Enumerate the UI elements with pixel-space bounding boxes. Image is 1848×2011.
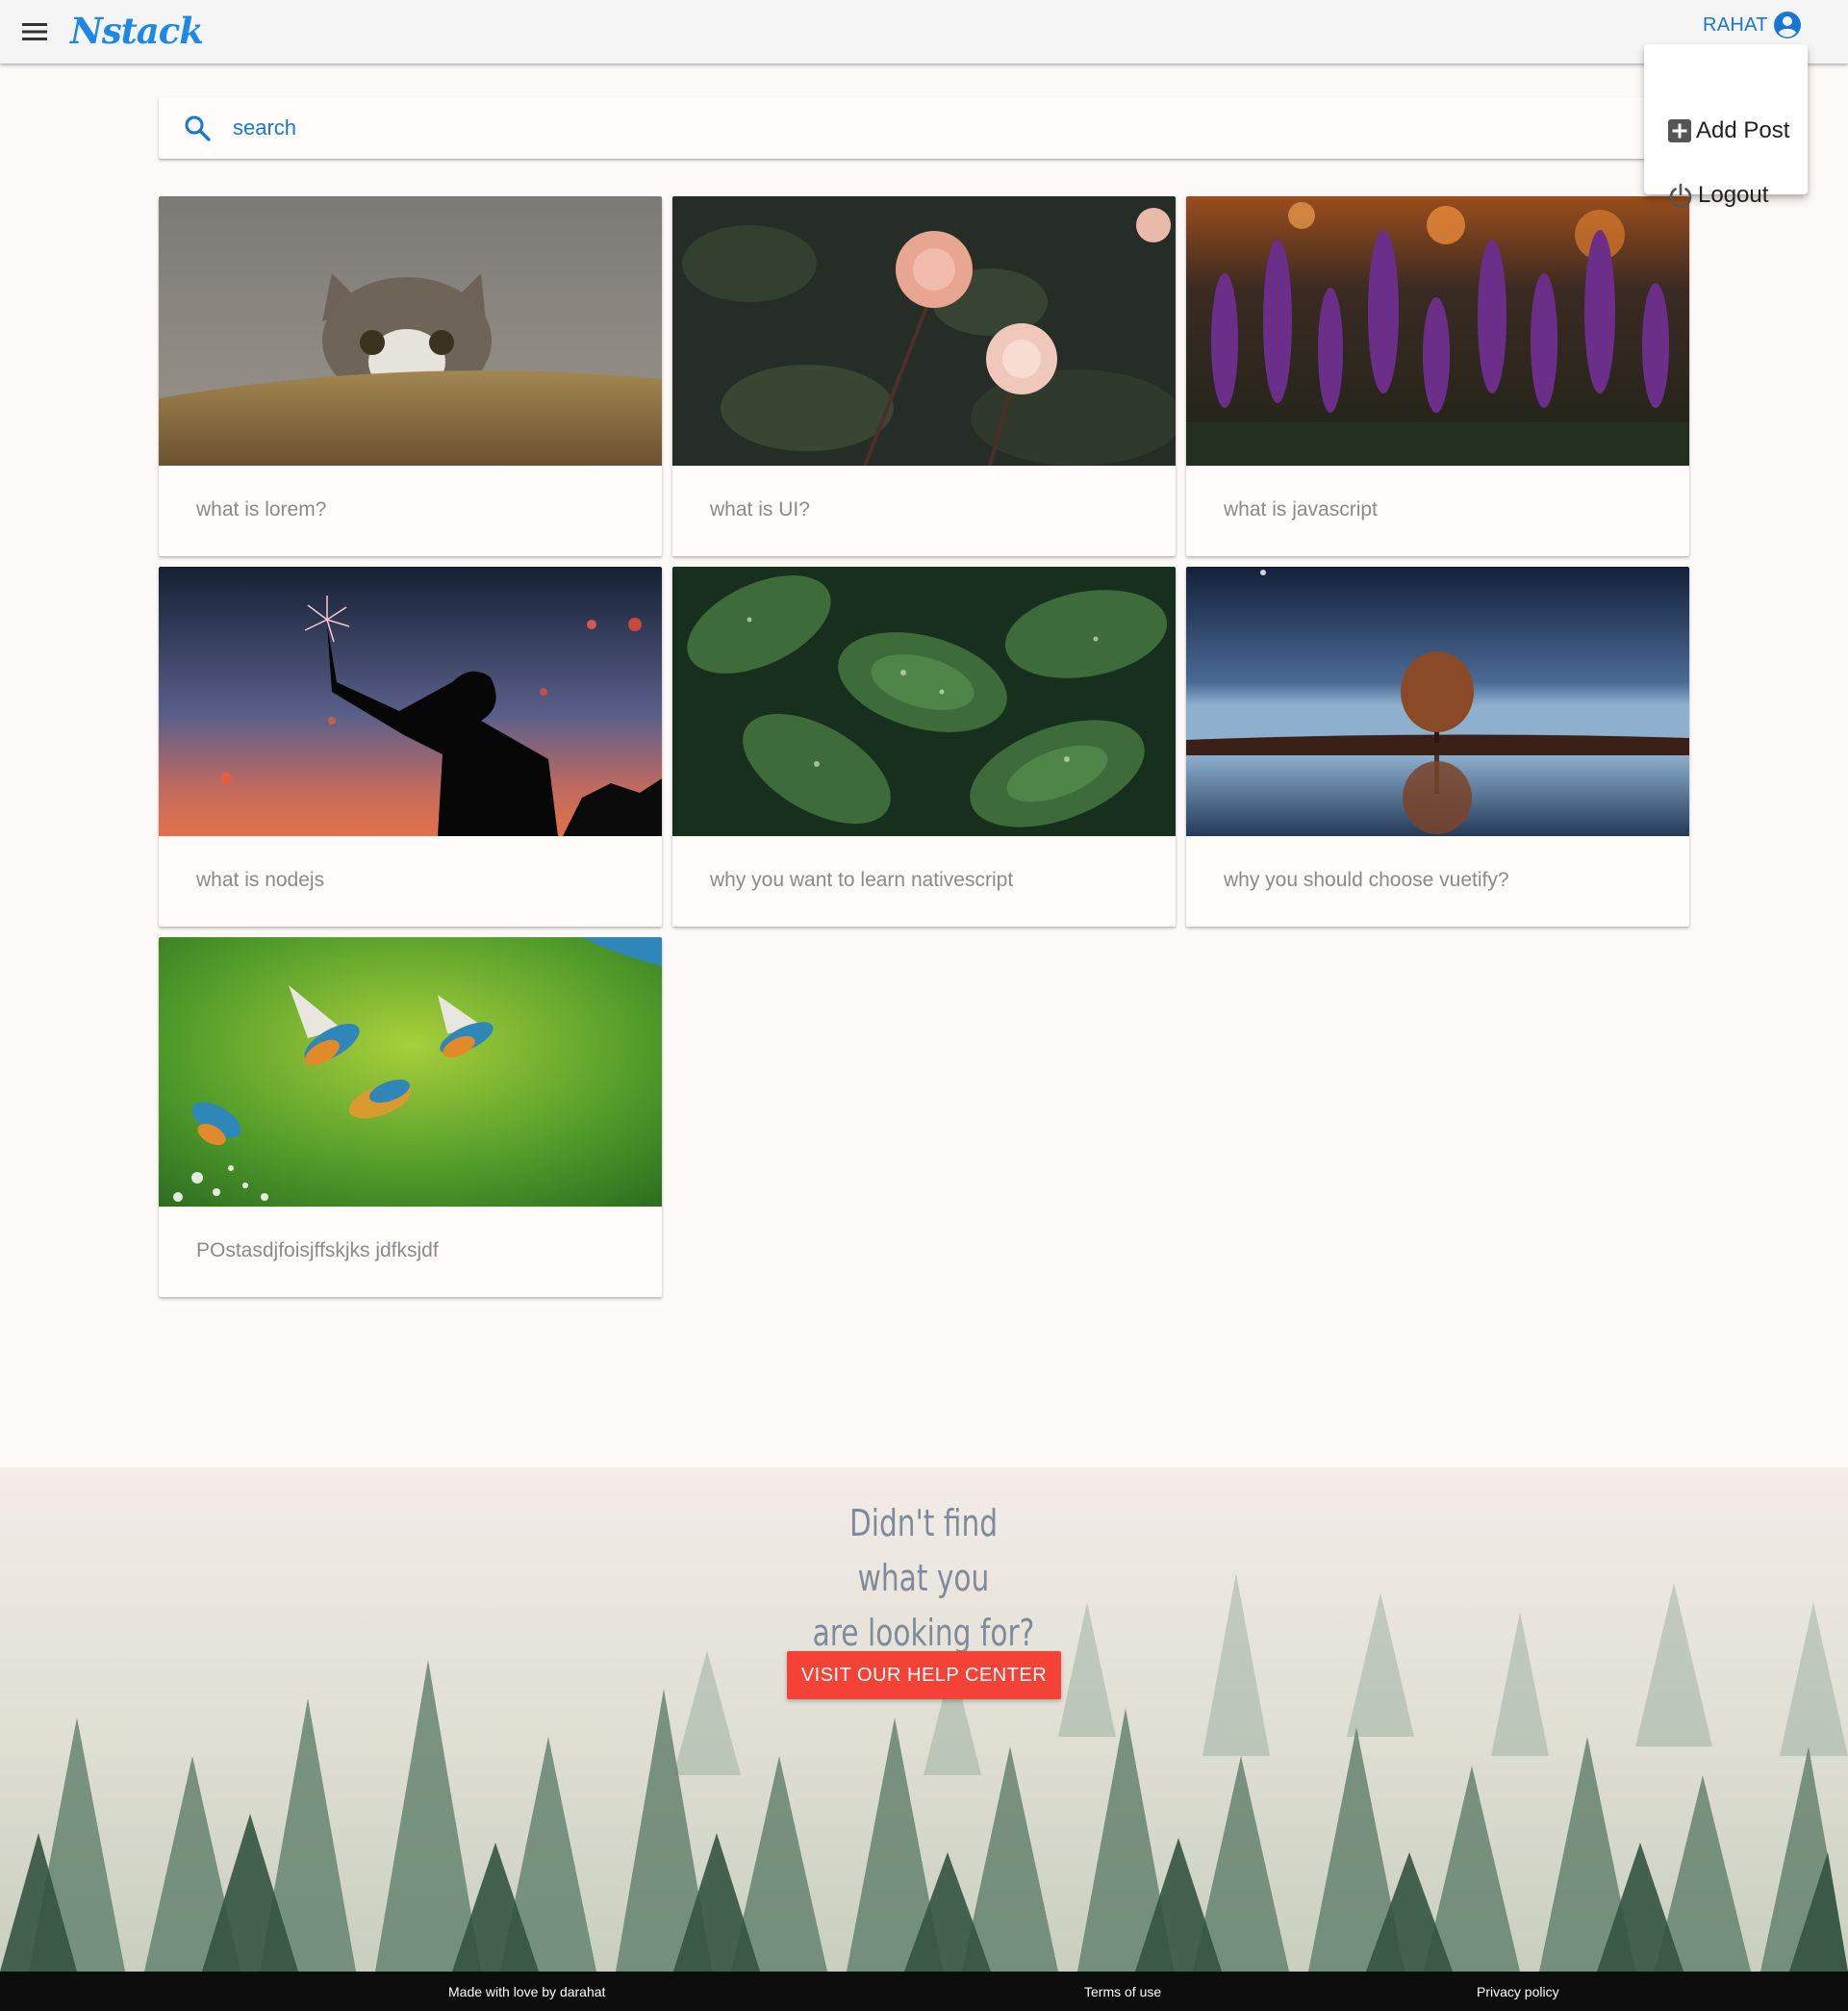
- user-menu-button[interactable]: RAHAT: [1703, 8, 1803, 42]
- menu-item-add-post[interactable]: Add Post: [1667, 112, 1789, 150]
- lupine-flowers-photo: [1186, 196, 1689, 466]
- account-circle-icon: [1773, 12, 1801, 38]
- help-heading-line-2: are looking for?: [812, 1612, 1035, 1654]
- visit-help-center-button[interactable]: VISIT OUR HELP CENTER: [787, 1651, 1061, 1699]
- post-card[interactable]: what is javascript: [1186, 196, 1689, 556]
- green-leaves-photo: [672, 567, 1176, 836]
- privacy-policy-link[interactable]: Privacy policy: [1477, 1984, 1559, 1999]
- app-bar: Nstack RAHAT: [0, 0, 1848, 64]
- app-logo[interactable]: Nstack: [70, 10, 204, 52]
- sparkler-silhouette-photo: [159, 567, 662, 836]
- post-title: POstasdjfoisjffskjks jdfksjdf: [196, 1239, 439, 1261]
- search-icon: [185, 115, 211, 141]
- footer: Made with love by darahat Terms of use P…: [0, 1972, 1848, 2011]
- post-title: why you want to learn nativescript: [710, 869, 1014, 891]
- footer-credit: Made with love by darahat: [448, 1984, 606, 1999]
- kitten-photo: [159, 196, 662, 466]
- help-center-banner: Didn't find what you are looking for? VI…: [0, 1467, 1848, 1972]
- post-title: what is UI?: [710, 498, 810, 521]
- post-title: what is lorem?: [196, 498, 327, 521]
- post-title: what is nodejs: [196, 869, 325, 891]
- help-heading: Didn't find what you are looking for?: [811, 1496, 1036, 1661]
- power-icon: [1669, 183, 1692, 209]
- post-card[interactable]: why you want to learn nativescript: [672, 567, 1176, 927]
- menu-item-logout[interactable]: Logout: [1667, 176, 1768, 215]
- post-card[interactable]: what is lorem?: [159, 196, 662, 556]
- menu-icon[interactable]: [18, 16, 51, 47]
- tree-reflection-photo: [1186, 567, 1689, 836]
- post-title: why you should choose vuetify?: [1224, 869, 1509, 891]
- post-card[interactable]: what is UI?: [672, 196, 1176, 556]
- menu-item-label: Add Post: [1696, 117, 1790, 143]
- search-input[interactable]: [231, 115, 1582, 141]
- kingfishers-photo: [159, 937, 662, 1207]
- terms-of-use-link[interactable]: Terms of use: [1084, 1984, 1161, 1999]
- post-title: what is javascript: [1224, 498, 1378, 521]
- roses-photo: [672, 196, 1176, 466]
- search-bar: [159, 97, 1688, 159]
- user-dropdown-menu: Add Post Logout: [1644, 44, 1808, 209]
- help-heading-line-1: Didn't find what you: [848, 1502, 999, 1599]
- post-card[interactable]: what is nodejs: [159, 567, 662, 927]
- post-card[interactable]: POstasdjfoisjffskjks jdfksjdf: [159, 937, 662, 1297]
- menu-item-label: Logout: [1698, 182, 1769, 208]
- plus-box-icon: [1668, 119, 1691, 142]
- post-card[interactable]: why you should choose vuetify?: [1186, 567, 1689, 927]
- user-name: RAHAT: [1703, 13, 1768, 36]
